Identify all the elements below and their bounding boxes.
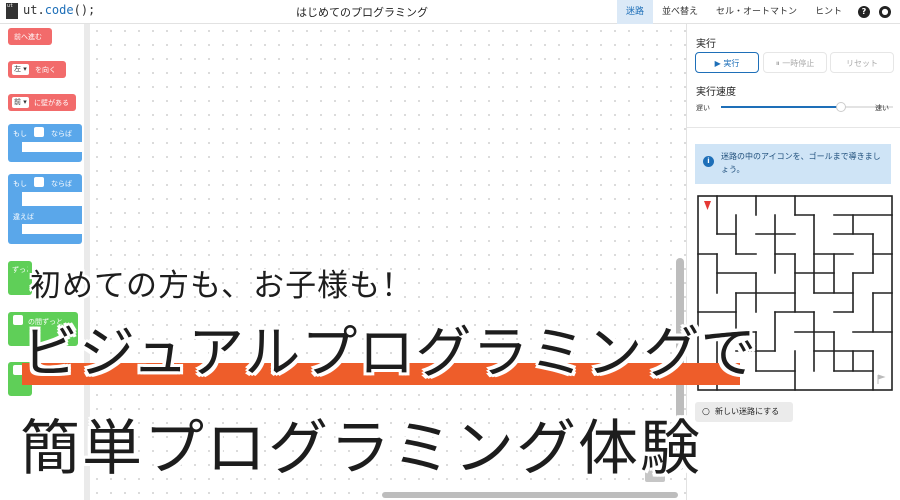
speed-section-title: 実行速度 xyxy=(696,87,736,98)
speed-slider[interactable] xyxy=(721,102,893,112)
condition-slot[interactable] xyxy=(34,177,44,187)
block-palette: 前へ進む 左 ▾ を向く 前 ▾ に壁がある もし ならば もし ならば 違えば… xyxy=(0,24,84,500)
start-marker-icon xyxy=(704,201,711,210)
wall-check-block[interactable]: 前 ▾ に壁がある xyxy=(8,94,76,111)
logo-icon[interactable]: ut xyxy=(6,3,18,19)
workspace-horizontal-scrollbar[interactable] xyxy=(382,492,678,498)
wall-direction-value: 前 xyxy=(14,98,21,106)
turn-block[interactable]: 左 ▾ を向く xyxy=(8,61,66,78)
new-maze-button[interactable]: ○ 新しい迷路にする xyxy=(695,402,793,422)
if-block[interactable]: もし ならば xyxy=(8,124,82,162)
logo-prefix: ut. xyxy=(23,3,45,17)
statement-slot[interactable] xyxy=(22,142,82,152)
turn-direction-value: 左 xyxy=(14,65,21,73)
trash-icon[interactable] xyxy=(645,440,665,482)
app-header: ut ut.code(); はじめてのプログラミング 迷路 並べ替え セル・オー… xyxy=(0,0,900,24)
block-label: 前へ進む xyxy=(14,33,42,41)
run-section-title: 実行 xyxy=(696,39,716,50)
workspace-vertical-scrollbar[interactable] xyxy=(676,258,684,470)
tab-cellular-automaton[interactable]: セル・オートマトン xyxy=(707,0,806,24)
refresh-icon: ○ xyxy=(702,407,710,417)
block-label: ならば xyxy=(51,130,72,138)
goal-flag-icon xyxy=(877,374,886,384)
statement-slot[interactable] xyxy=(22,224,82,234)
logo-fn: code xyxy=(44,3,74,17)
block-label: に壁がある xyxy=(34,99,69,107)
repeat-while-block[interactable] xyxy=(8,362,32,396)
tab-sort[interactable]: 並べ替え xyxy=(653,0,707,24)
wall-direction-dropdown[interactable]: 前 ▾ xyxy=(12,97,29,108)
condition-slot[interactable] xyxy=(34,127,44,137)
block-workspace[interactable] xyxy=(90,24,686,500)
help-icon[interactable]: ? xyxy=(858,6,870,18)
top-nav: 迷路 並べ替え セル・オートマトン ヒント ? ● xyxy=(616,0,900,24)
speed-slider-handle[interactable] xyxy=(836,102,847,112)
tab-hint[interactable]: ヒント xyxy=(806,0,851,24)
run-button[interactable]: ▶ 実行 xyxy=(695,52,759,73)
block-label: もし xyxy=(13,130,27,138)
turn-direction-dropdown[interactable]: 左 ▾ xyxy=(12,64,29,75)
repeat-forever-block[interactable]: ずっと xyxy=(8,261,32,295)
reset-button[interactable]: リセット xyxy=(830,52,894,73)
condition-slot[interactable] xyxy=(13,315,23,325)
control-panel: 実行 ▶ 実行 ⏸ 一時停止 リセット 実行速度 遅い 速い i 迷路の中のアイ… xyxy=(686,24,900,500)
pause-button[interactable]: ⏸ 一時停止 xyxy=(763,52,827,73)
new-maze-label: 新しい迷路にする xyxy=(715,407,780,416)
condition-slot[interactable] xyxy=(13,365,23,375)
info-text: 迷路の中のアイコンを、ゴールまで導きましょう。 xyxy=(721,152,881,174)
maze-grid xyxy=(697,195,893,391)
block-label: 違えば xyxy=(13,213,34,221)
info-message: i 迷路の中のアイコンを、ゴールまで導きましょう。 xyxy=(695,144,891,184)
if-else-block[interactable]: もし ならば 違えば xyxy=(8,174,82,244)
panel-divider xyxy=(687,127,900,128)
page-title: はじめてのプログラミング xyxy=(296,6,428,19)
block-label: を向く xyxy=(35,66,56,74)
info-icon: i xyxy=(703,156,714,167)
speed-slider-fill xyxy=(721,106,842,108)
speed-slow-label: 遅い xyxy=(696,104,710,112)
block-label: ずっと xyxy=(12,266,28,274)
block-label: ならば xyxy=(51,180,72,188)
repeat-while-block[interactable]: の間ずっと xyxy=(8,312,78,346)
block-label: もし xyxy=(13,180,27,188)
move-forward-block[interactable]: 前へ進む xyxy=(8,28,52,45)
app-logo-text[interactable]: ut.code(); xyxy=(23,3,95,17)
github-icon[interactable]: ● xyxy=(879,6,891,18)
block-label: の間ずっと xyxy=(28,318,63,326)
speed-fast-label: 速い xyxy=(875,104,889,112)
logo-suffix: (); xyxy=(73,3,96,17)
statement-slot[interactable] xyxy=(22,192,82,206)
tab-maze[interactable]: 迷路 xyxy=(616,0,653,24)
